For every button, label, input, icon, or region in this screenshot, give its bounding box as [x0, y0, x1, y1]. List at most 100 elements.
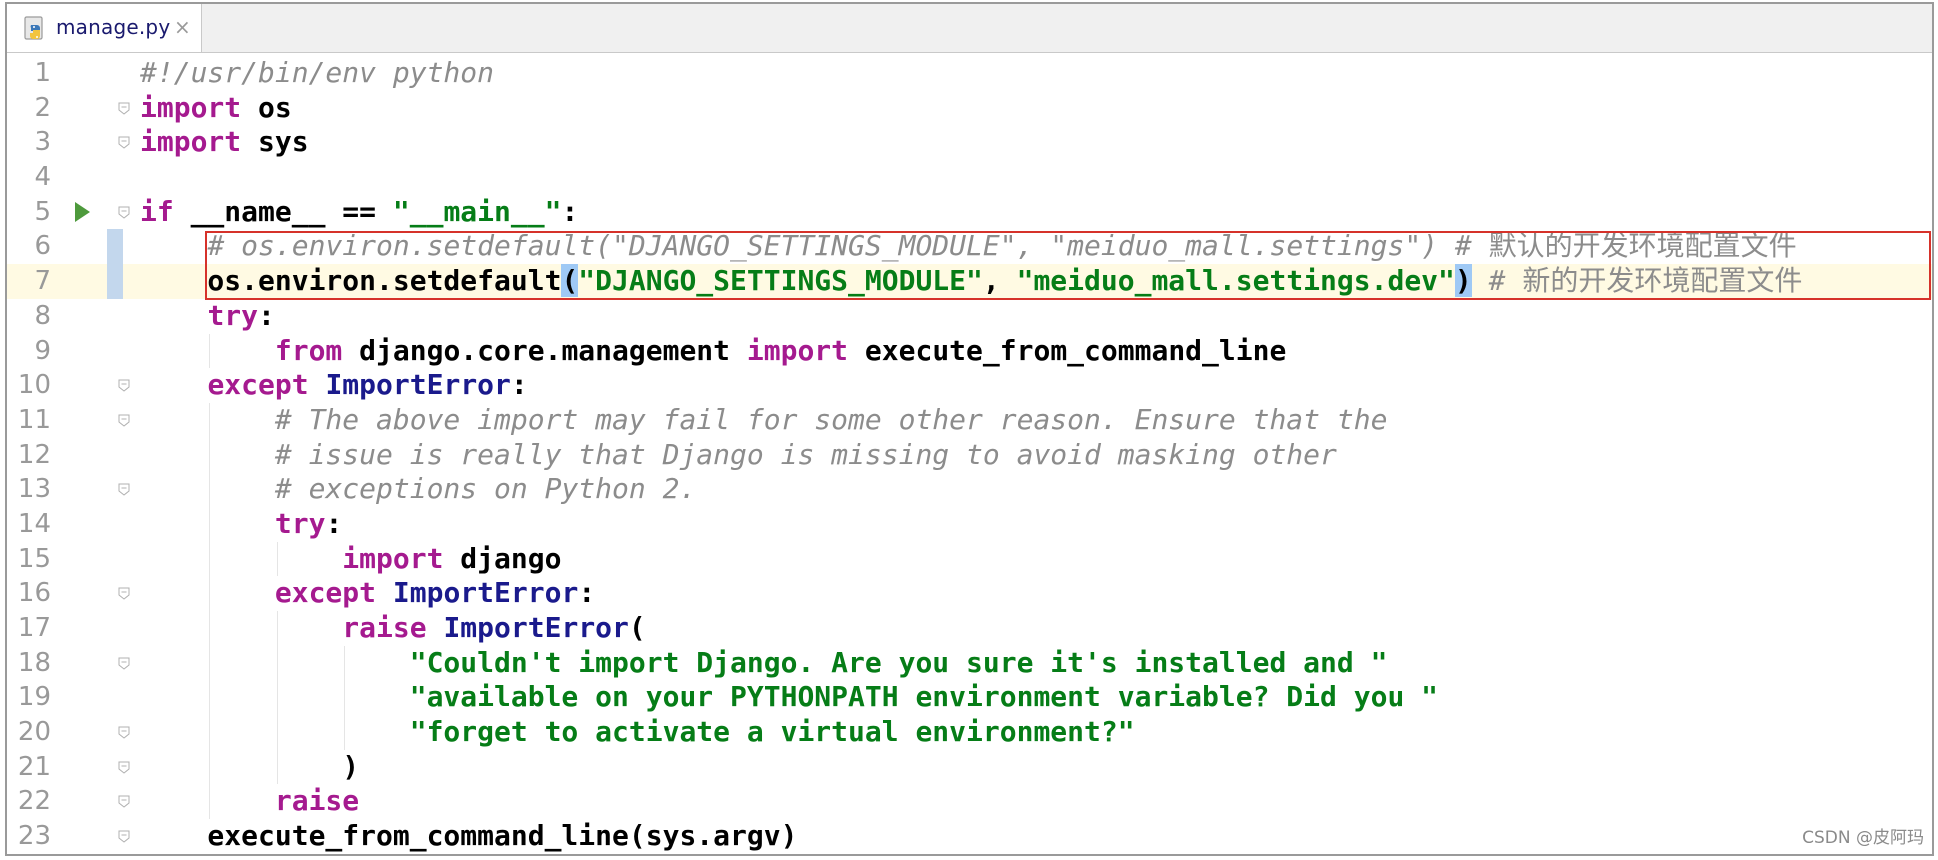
code-text: try:	[140, 298, 274, 334]
editor-window: manage.py × 1 #!/usr/bin/env python 2 impor…	[5, 2, 1934, 856]
code-line[interactable]: 5 if __name__ == "__main__":	[7, 195, 1932, 230]
fold-icon[interactable]	[118, 102, 130, 115]
code-text: # exceptions on Python 2.	[140, 472, 696, 507]
code-line[interactable]: 9 from django.core.management import exe…	[7, 333, 1932, 369]
line-number: 13	[17, 474, 51, 505]
fold-icon[interactable]	[118, 483, 130, 496]
code-line[interactable]: 8 try:	[7, 299, 1932, 334]
code-token: # The above import may fail for some oth…	[274, 402, 1388, 436]
code-token: ImportError	[325, 368, 511, 402]
code-token: try	[207, 298, 259, 332]
line-number: 3	[34, 127, 51, 158]
fold-icon[interactable]	[118, 761, 130, 774]
code-token: ImportError	[392, 576, 579, 610]
fold-icon[interactable]	[118, 379, 130, 392]
code-line[interactable]: 14 try:	[7, 506, 1932, 542]
line-number: 11	[17, 404, 51, 435]
tab-manage-py[interactable]: manage.py ×	[7, 4, 202, 52]
code-token: execute_from_command_line(sys.argv)	[140, 819, 798, 853]
code-text: execute_from_command_line(sys.argv)	[140, 819, 797, 854]
code-token: os.environ.setdefault	[140, 264, 562, 298]
code-line[interactable]: 18 "Couldn't import Django. Are you sure…	[7, 645, 1932, 681]
code-token: __name__ ==	[173, 194, 393, 228]
code-text: "available on your PYTHONPATH environmen…	[140, 680, 1438, 715]
line-number: 16	[17, 578, 51, 609]
fold-icon[interactable]	[118, 136, 130, 150]
code-token: except	[274, 576, 377, 610]
code-token: :	[510, 368, 528, 402]
code-token: :	[578, 576, 596, 610]
code-text: "Couldn't import Django. Are you sure it…	[140, 646, 1388, 681]
fold-icon[interactable]	[118, 414, 130, 427]
code-token: import	[140, 125, 242, 159]
line-number: 14	[17, 508, 51, 539]
vcs-change-marker[interactable]	[107, 229, 123, 265]
tab-active-indicator	[7, 49, 201, 52]
fold-icon[interactable]	[118, 657, 130, 670]
code-line[interactable]: 17 raise ImportError(	[7, 611, 1932, 646]
code-text: except ImportError:	[140, 368, 528, 403]
code-line[interactable]: 10 except ImportError:	[7, 368, 1932, 403]
tab-filename: manage.py	[56, 15, 171, 39]
code-text: "forget to activate a virtual environmen…	[140, 715, 1135, 750]
code-token: (	[628, 611, 646, 644]
code-text: try:	[140, 507, 342, 542]
code-editor[interactable]: 1 #!/usr/bin/env python 2 import os 3 import …	[7, 56, 1932, 854]
code-token: # exceptions on Python 2.	[274, 472, 697, 506]
code-token: ImportError	[443, 611, 629, 644]
close-icon[interactable]: ×	[174, 16, 191, 38]
code-line[interactable]: 15 import django	[7, 541, 1932, 577]
code-token: execute_from_command_line	[848, 333, 1287, 367]
code-line[interactable]: 12 # issue is really that Django is miss…	[7, 437, 1932, 473]
code-line[interactable]: 1 #!/usr/bin/env python	[7, 56, 1932, 91]
code-token: :	[325, 506, 343, 540]
python-file-icon	[24, 16, 43, 40]
code-line[interactable]: 6 # os.environ.setdefault("DJANGO_SETTIN…	[7, 229, 1932, 265]
vcs-change-marker[interactable]	[107, 264, 123, 299]
code-line[interactable]: 4	[7, 160, 1932, 195]
code-line[interactable]: 22 raise	[7, 784, 1932, 820]
code-text: raise	[140, 784, 359, 819]
code-text: if __name__ == "__main__":	[140, 195, 578, 230]
line-number: 17	[17, 613, 51, 643]
line-number: 22	[17, 786, 51, 817]
code-line[interactable]: 23 execute_from_command_line(sys.argv)	[7, 819, 1932, 854]
code-text: raise ImportError(	[140, 611, 646, 646]
code-text: )	[140, 750, 359, 785]
code-line[interactable]: 16 except ImportError:	[7, 576, 1932, 611]
code-text: os.environ.setdefault("DJANGO_SETTINGS_M…	[140, 264, 1802, 299]
code-token: try	[274, 506, 326, 540]
code-line[interactable]: 20 "forget to activate a virtual environ…	[7, 715, 1932, 750]
code-token: raise	[274, 784, 360, 818]
fold-icon[interactable]	[118, 795, 130, 809]
code-line[interactable]: 19 "available on your PYTHONPATH environ…	[7, 680, 1932, 716]
code-token: (	[561, 264, 579, 298]
fold-icon[interactable]	[118, 587, 130, 600]
code-token: #!/usr/bin/env python	[140, 56, 495, 89]
watermark: CSDN @皮阿玛	[1802, 828, 1924, 848]
code-line[interactable]: 3 import sys	[7, 125, 1932, 160]
code-line[interactable]: 21 )	[7, 749, 1932, 785]
code-line[interactable]: 13 # exceptions on Python 2.	[7, 472, 1932, 507]
code-token: except	[207, 368, 309, 402]
run-icon[interactable]	[75, 201, 90, 222]
code-line[interactable]: 2 import os	[7, 91, 1932, 126]
fold-icon[interactable]	[118, 830, 130, 843]
code-text: # os.environ.setdefault("DJANGO_SETTINGS…	[140, 229, 1796, 264]
fold-icon[interactable]	[118, 206, 130, 219]
code-line[interactable]: 11 # The above import may fail for some …	[7, 402, 1932, 438]
code-line[interactable]: 7 os.environ.setdefault("DJANGO_SETTINGS…	[7, 264, 1932, 299]
line-number: 2	[34, 92, 51, 123]
fold-icon[interactable]	[118, 726, 130, 739]
